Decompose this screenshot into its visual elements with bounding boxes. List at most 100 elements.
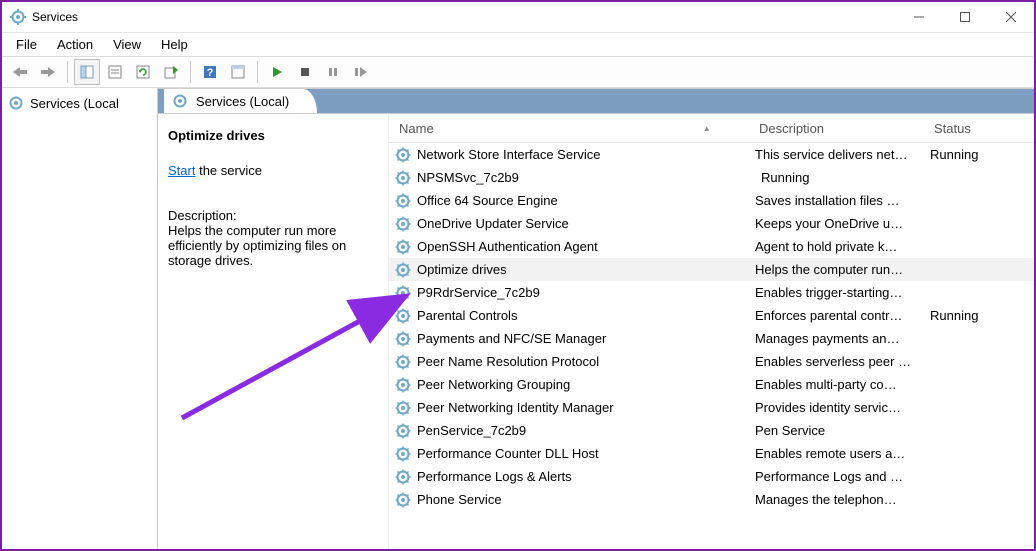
service-description-cell: This service delivers net… [749, 147, 924, 162]
service-description-cell: Provides identity servic… [749, 400, 924, 415]
tree-pane: Services (Local [2, 88, 158, 549]
service-row[interactable]: Peer Networking Identity ManagerProvides… [389, 396, 1034, 419]
service-description-cell: Performance Logs and … [749, 469, 924, 484]
description-pane: Optimize drives Start the service Descri… [158, 114, 388, 549]
gear-icon [395, 469, 411, 485]
service-row[interactable]: Optimize drivesHelps the computer run… [389, 258, 1034, 281]
menu-action[interactable]: Action [47, 35, 103, 54]
start-service-link[interactable]: Start [168, 163, 195, 178]
service-description-cell: Manages the telephon… [749, 492, 924, 507]
service-row[interactable]: P9RdrService_7c2b9Enables trigger-starti… [389, 281, 1034, 304]
pause-service-button[interactable] [320, 59, 346, 85]
service-row[interactable]: Parental Controls Enforces parental contr… [389, 304, 1034, 327]
service-name-cell: Phone Service [389, 492, 749, 508]
close-button[interactable] [988, 2, 1034, 32]
gear-icon [172, 93, 188, 109]
service-name: Peer Networking Grouping [417, 377, 570, 392]
gear-icon [395, 216, 411, 232]
start-service-button[interactable] [264, 59, 290, 85]
service-description-cell: Agent to hold private k… [749, 239, 924, 254]
gear-icon [395, 193, 411, 209]
service-name-cell: Performance Logs & Alerts [389, 469, 749, 485]
restart-service-button[interactable] [348, 59, 374, 85]
gear-icon [395, 400, 411, 416]
service-name-cell: Network Store Interface Service [389, 147, 749, 163]
toolbar: ? [2, 56, 1034, 88]
service-status-cell: Running [924, 308, 1014, 323]
service-name: NPSMSvc_7c2b9 [417, 170, 519, 185]
service-name: Office 64 Source Engine [417, 193, 558, 208]
help-button[interactable]: ? [197, 59, 223, 85]
service-description-cell: Enforces parental contr… [749, 308, 924, 323]
description-text: Helps the computer run more efficiently … [168, 223, 378, 268]
service-row[interactable]: Performance Logs & Alerts Performance Log… [389, 465, 1034, 488]
app-icon [10, 9, 26, 25]
service-description-cell: Keeps your OneDrive u… [749, 216, 924, 231]
gear-icon [395, 423, 411, 439]
service-description-cell: Pen Service [749, 423, 924, 438]
tab-label: Services (Local) [196, 94, 289, 109]
service-name-cell: Peer Networking Identity Manager [389, 400, 749, 416]
back-button[interactable] [7, 59, 33, 85]
service-name-cell: Performance Counter DLL Host [389, 446, 749, 462]
service-name: Performance Counter DLL Host [417, 446, 599, 461]
service-name: Parental Controls [417, 308, 517, 323]
gear-icon [395, 285, 411, 301]
service-row[interactable]: Network Store Interface Service This serv… [389, 143, 1034, 166]
gear-icon [395, 492, 411, 508]
tree-root-item[interactable]: Services (Local [2, 92, 157, 114]
service-status-cell: Running [755, 170, 845, 185]
gear-icon [395, 239, 411, 255]
service-status-cell: Running [924, 147, 1014, 162]
column-header-name[interactable]: Name ▴ [389, 114, 749, 142]
service-name: P9RdrService_7c2b9 [417, 285, 540, 300]
service-row[interactable]: Performance Counter DLL Host Enables remo… [389, 442, 1034, 465]
menu-view[interactable]: View [103, 35, 151, 54]
properties-button[interactable] [74, 59, 100, 85]
gear-icon [395, 331, 411, 347]
stop-service-button[interactable] [292, 59, 318, 85]
show-hide-button[interactable] [225, 59, 251, 85]
service-row[interactable]: Payments and NFC/SE ManagerManages payme… [389, 327, 1034, 350]
service-description-cell: Enables serverless peer … [749, 354, 924, 369]
forward-button[interactable] [35, 59, 61, 85]
service-row[interactable]: Peer Networking Grouping Enables multi-pa… [389, 373, 1034, 396]
column-header-description[interactable]: Description [749, 114, 924, 142]
service-name-cell: Parental Controls [389, 308, 749, 324]
service-row[interactable]: NPSMSvc_7c2b9 Running [389, 166, 1034, 189]
window-title: Services [32, 10, 78, 24]
menu-help[interactable]: Help [151, 35, 198, 54]
service-name: Optimize drives [417, 262, 507, 277]
gear-icon [395, 147, 411, 163]
service-description-cell: Enables remote users a… [749, 446, 924, 461]
column-header-status[interactable]: Status [924, 114, 1014, 142]
service-name: Network Store Interface Service [417, 147, 601, 162]
service-row[interactable]: PenService_7c2b9Pen Service [389, 419, 1034, 442]
maximize-button[interactable] [942, 2, 988, 32]
gear-icon [395, 354, 411, 370]
minimize-button[interactable] [896, 2, 942, 32]
service-row[interactable]: Peer Name Resolution ProtocolEnables ser… [389, 350, 1034, 373]
selected-service-name: Optimize drives [168, 128, 378, 143]
menubar: File Action View Help [2, 33, 1034, 56]
service-description-cell: Saves installation files … [749, 193, 924, 208]
gear-icon [395, 262, 411, 278]
service-row[interactable]: Office 64 Source Engine Saves installatio… [389, 189, 1034, 212]
export-button[interactable] [158, 59, 184, 85]
tab-services-local[interactable]: Services (Local) [164, 89, 317, 113]
service-row[interactable]: Phone ServiceManages the telephon… [389, 488, 1034, 511]
service-row[interactable]: OpenSSH Authentication AgentAgent to hol… [389, 235, 1034, 258]
export-list-button[interactable] [102, 59, 128, 85]
tree-root-label: Services (Local [30, 96, 119, 111]
service-description-cell: Running [749, 170, 924, 185]
service-description-cell: Enables multi-party co… [749, 377, 924, 392]
service-name: OneDrive Updater Service [417, 216, 569, 231]
menu-file[interactable]: File [6, 35, 47, 54]
service-name: Performance Logs & Alerts [417, 469, 572, 484]
start-suffix: the service [195, 163, 261, 178]
service-row[interactable]: OneDrive Updater Service Keeps your OneDr… [389, 212, 1034, 235]
service-name-cell: PenService_7c2b9 [389, 423, 749, 439]
refresh-button[interactable] [130, 59, 156, 85]
gear-icon [395, 308, 411, 324]
right-panel: Services (Local) Optimize drives Start t… [158, 88, 1034, 549]
